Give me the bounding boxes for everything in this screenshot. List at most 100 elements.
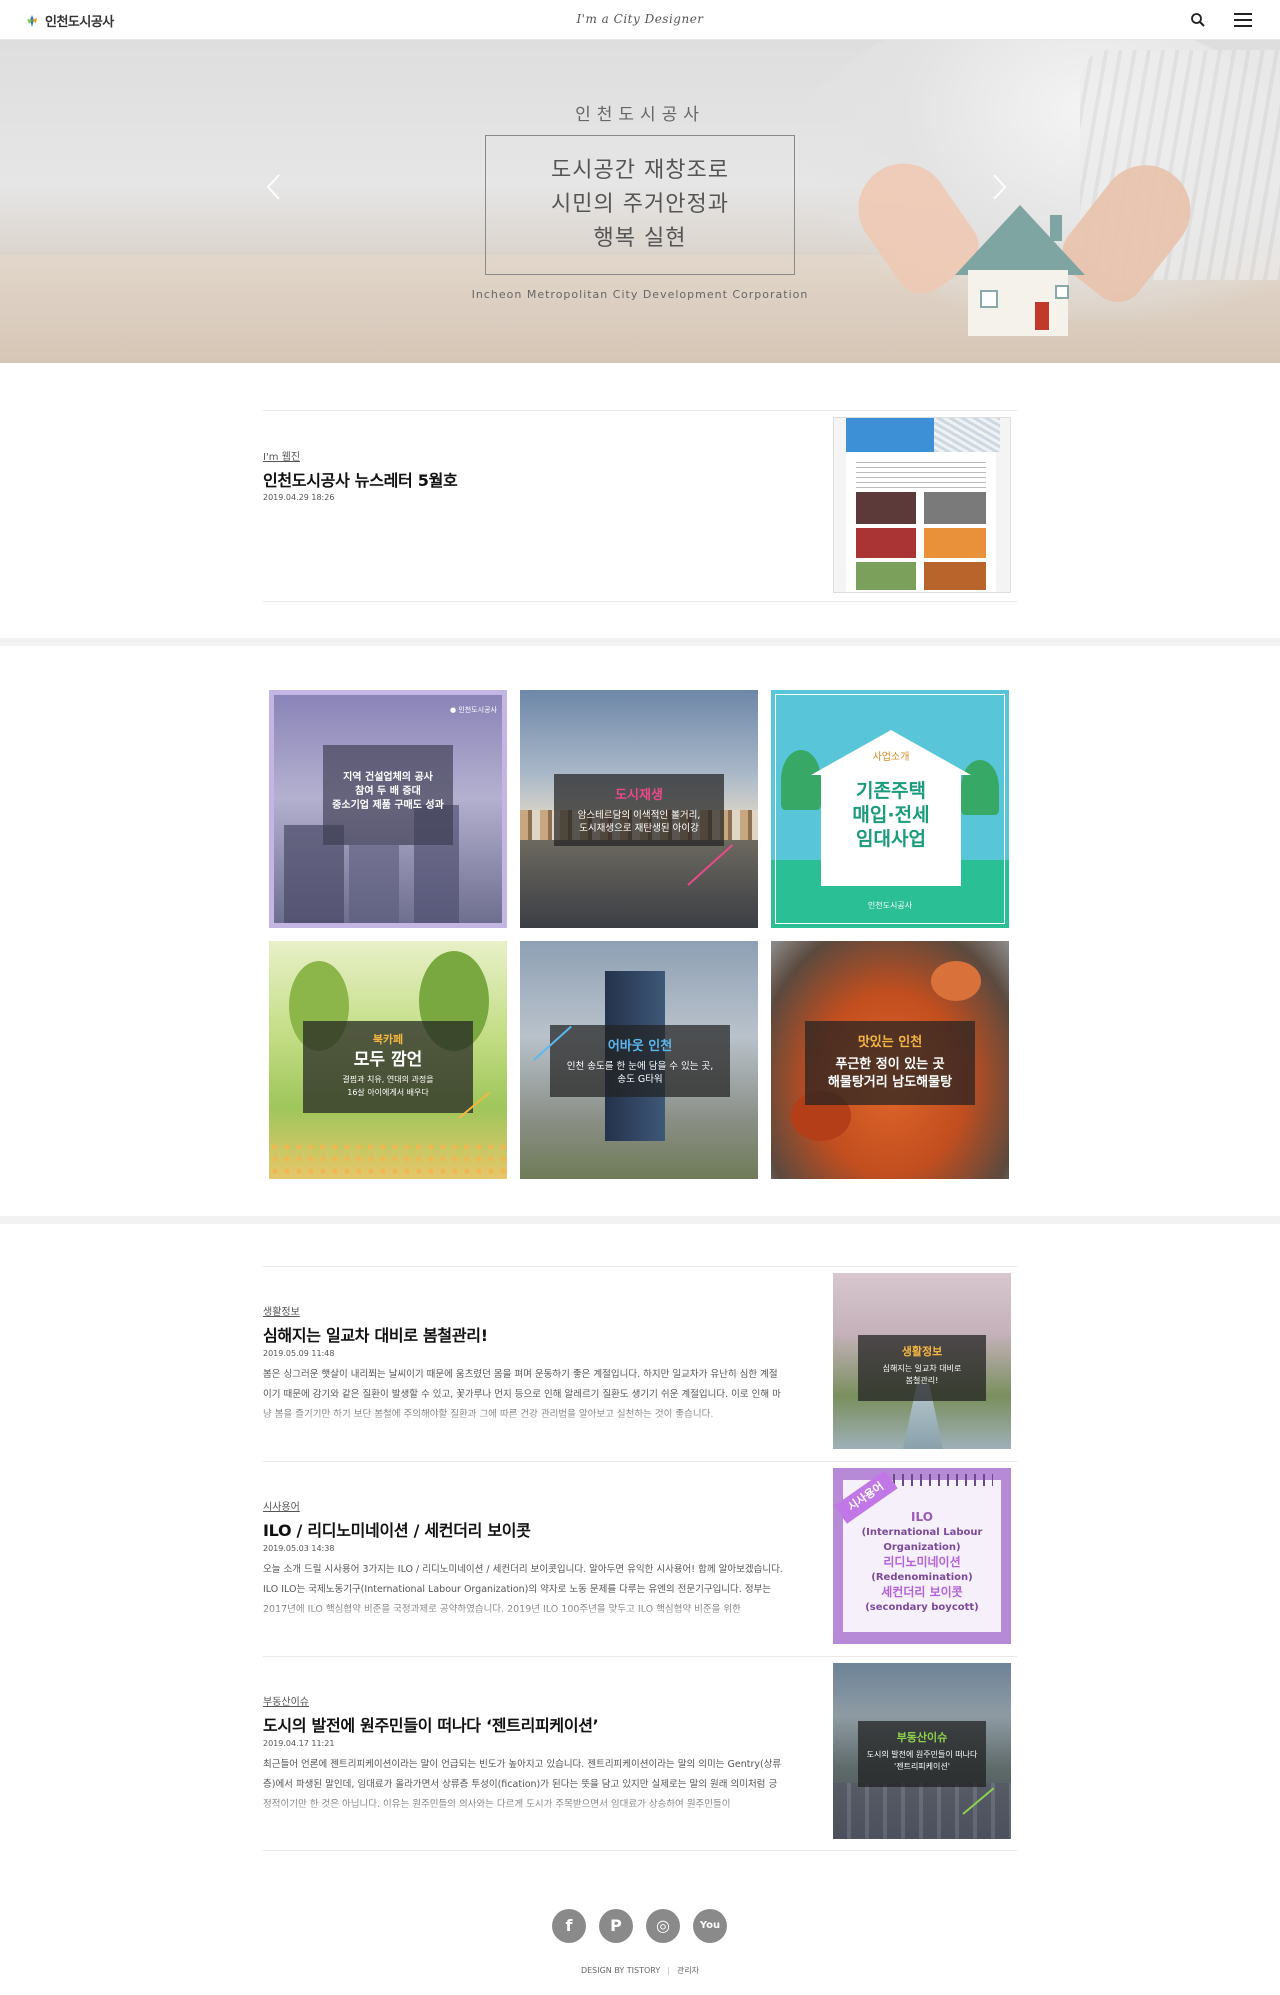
tile-overlay: 지역 건설업체의 공사 참여 두 배 증대 중소기업 제품 구매도 성과 — [323, 745, 453, 845]
post-title[interactable]: 도시의 발전에 원주민들이 떠나다 ‘젠트리피케이션’ — [263, 1712, 599, 1736]
hero-slogan-line: 행복 실현 — [593, 226, 687, 251]
thumb-construction — [833, 1783, 1011, 1839]
thumb-label: 생활정보 심해지는 일교차 대비로 봄철관리! — [858, 1335, 986, 1401]
facebook-icon[interactable]: f — [552, 1909, 586, 1943]
thumb-category: 생활정보 — [901, 1345, 943, 1358]
newsletter-photo — [856, 562, 916, 590]
grid-tile[interactable]: 맛있는 인천 푸근한 정이 있는 곳 해물탕거리 남도해물탕 — [771, 941, 1009, 1179]
search-icon[interactable] — [1190, 12, 1206, 28]
newsletter-photo — [856, 528, 916, 558]
admin-link[interactable]: 관리자 — [677, 1966, 699, 1975]
post-excerpt: 오늘 소개 드릴 시사용어 3가지는 ILO / 리디노미네이션 / 세컨더리 … — [263, 1564, 783, 1615]
tile-frame — [775, 694, 1005, 924]
thumb-category: 부동산이슈 — [896, 1731, 948, 1744]
hero-english-name: Incheon Metropolitan City Development Co… — [471, 288, 809, 301]
tile-category: 북카페 — [372, 1033, 404, 1046]
newsletter-photo — [924, 562, 986, 590]
tile-title: 푸근한 정이 있는 곳 해물탕거리 남도해물탕 — [827, 1057, 953, 1090]
newsletter-photo — [924, 528, 986, 558]
grid-tile[interactable]: 북카페 모두 깜언 결핍과 치유, 연대의 과정을 16살 아이에게서 배우다 — [269, 941, 507, 1179]
hero-slogan-box: 도시공간 재창조로 시민의 주거안정과 행복 실현 — [485, 135, 795, 275]
chevron-right-icon[interactable] — [988, 172, 1010, 202]
tile-overlay: 어바웃 인천 인천 송도를 한 눈에 담을 수 있는 곳, 송도 G타워 — [550, 1025, 730, 1097]
site-footer: f P ◎ You DESIGN BY TISTORY | 관리자 — [0, 1885, 1280, 1995]
ilo-term-line: (secondary boycott) — [865, 1602, 979, 1613]
ilo-binding — [893, 1474, 993, 1486]
tile-overlay: 맛있는 인천 푸근한 정이 있는 곳 해물탕거리 남도해물탕 — [805, 1021, 975, 1105]
post-thumbnail[interactable]: 생활정보 심해지는 일교차 대비로 봄철관리! — [833, 1273, 1011, 1449]
section-divider — [0, 1216, 1280, 1224]
post-item[interactable]: 생활정보 심해지는 일교차 대비로 봄철관리! 2019.05.09 11:48… — [263, 1266, 1017, 1461]
post-category[interactable]: I'm 웹진 — [263, 448, 300, 463]
newsletter-header-image — [934, 418, 1000, 452]
tile-subtitle: 결핍과 치유, 연대의 과정을 16살 아이에게서 배우다 — [342, 1075, 434, 1097]
tile-overlay: 북카페 모두 깜언 결핍과 치유, 연대의 과정을 16살 아이에게서 배우다 — [303, 1021, 473, 1113]
post-category[interactable]: 생활정보 — [263, 1303, 300, 1318]
tile-title: 지역 건설업체의 공사 참여 두 배 증대 중소기업 제품 구매도 성과 — [332, 772, 444, 811]
design-by-link[interactable]: DESIGN BY TISTORY — [581, 1966, 660, 1975]
tile-flowers — [269, 1141, 507, 1179]
tile-brand: ● 인천도시공사 — [450, 706, 497, 714]
grid-tile[interactable]: 도시재생 암스테르담의 이색적인 볼거리, 도시재생으로 재탄생된 아이강 — [520, 690, 758, 928]
thumb-text: 도시의 발전에 원주민들이 떠나다 '젠트리피케이션' — [866, 1750, 978, 1771]
footer-links: DESIGN BY TISTORY | 관리자 — [0, 1965, 1280, 1976]
tile-overlay: 도시재생 암스테르담의 이색적인 볼거리, 도시재생으로 재탄생된 아이강 — [554, 774, 724, 846]
ilo-term-line: 리디노미네이션 — [883, 1555, 961, 1569]
post-date: 2019.05.09 11:48 — [263, 1349, 335, 1358]
tile-subtitle: 인천 송도를 한 눈에 담을 수 있는 곳, 송도 G타워 — [566, 1061, 714, 1085]
post-category[interactable]: 시사용어 — [263, 1498, 300, 1513]
newsletter-text-lines — [856, 462, 986, 488]
tile-accent-line — [687, 844, 734, 886]
grid-tile[interactable]: ● 인천도시공사 지역 건설업체의 공사 참여 두 배 증대 중소기업 제품 구… — [269, 690, 507, 928]
chevron-left-icon[interactable] — [263, 172, 285, 202]
ilo-term-line: (Redenomination) — [871, 1572, 973, 1583]
grid-tile[interactable]: 어바웃 인천 인천 송도를 한 눈에 담을 수 있는 곳, 송도 G타워 — [520, 941, 758, 1179]
hero-banner: 인천도시공사 도시공간 재창조로 시민의 주거안정과 행복 실현 Incheon… — [0, 40, 1280, 363]
tile-category: 어바웃 인천 — [607, 1039, 673, 1054]
post-excerpt: 봄은 싱그러운 햇살이 내리쬐는 날씨이기 때문에 움츠렸던 몸을 펴며 운동하… — [263, 1369, 781, 1420]
hero-house-door — [1035, 302, 1049, 330]
post-title[interactable]: ILO / 리디노미네이션 / 세컨더리 보이콧 — [263, 1517, 531, 1541]
instagram-icon[interactable]: ◎ — [646, 1909, 680, 1943]
grid-tile[interactable]: 사업소개 기존주택 매입·전세 임대사업 인천도시공사 — [771, 690, 1009, 928]
post-category[interactable]: 부동산이슈 — [263, 1693, 309, 1708]
section-divider — [0, 638, 1280, 646]
hero-slogan-line: 시민의 주거안정과 — [551, 192, 729, 217]
post-date: 2019.04.17 11:21 — [263, 1739, 335, 1748]
newsletter-thumbnail[interactable] — [833, 417, 1011, 593]
youtube-icon[interactable]: You — [693, 1909, 727, 1943]
post-date: 2019.04.29 18:26 — [263, 493, 335, 502]
ilo-term-line: ILO — [911, 1510, 933, 1524]
tile-title: 모두 깜언 — [353, 1050, 423, 1070]
hero-house-roof — [955, 205, 1085, 275]
ilo-term-line: (International Labour — [861, 1527, 983, 1538]
post-thumbnail[interactable]: 부동산이슈 도시의 발전에 원주민들이 떠나다 '젠트리피케이션' — [833, 1663, 1011, 1839]
newsletter-photo — [856, 492, 916, 524]
post-thumbnail[interactable]: 시사용어 ILO (International Labour Organizatio… — [833, 1468, 1011, 1644]
tile-category: 도시재생 — [615, 788, 663, 803]
hero-org-name: 인천도시공사 — [575, 105, 705, 125]
post-title[interactable]: 인천도시공사 뉴스레터 5월호 — [263, 467, 458, 491]
hero-slogan-line: 도시공간 재창조로 — [551, 158, 729, 183]
tile-building — [349, 845, 399, 923]
post-icon[interactable]: P — [599, 1909, 633, 1943]
post-item[interactable]: 시사용어 ILO / 리디노미네이션 / 세컨더리 보이콧 2019.05.03… — [263, 1461, 1017, 1656]
ilo-term-line: Organization) — [883, 1542, 961, 1553]
thumb-label: 부동산이슈 도시의 발전에 원주민들이 떠나다 '젠트리피케이션' — [858, 1721, 986, 1787]
thumb-text: 심해지는 일교차 대비로 봄철관리! — [882, 1364, 962, 1385]
footer-separator: | — [667, 1966, 670, 1975]
site-header: 인천도시공사 I'm a City Designer — [0, 0, 1280, 40]
post-date: 2019.05.03 14:38 — [263, 1544, 335, 1553]
menu-icon[interactable] — [1234, 13, 1252, 27]
post-item[interactable]: 부동산이슈 도시의 발전에 원주민들이 떠나다 ‘젠트리피케이션’ 2019.0… — [263, 1656, 1017, 1851]
post-excerpt: 최근들어 언론에 젠트리피케이션이라는 말이 언급되는 빈도가 높아지고 있습니… — [263, 1759, 782, 1810]
tile-subtitle: 암스테르담의 이색적인 볼거리, 도시재생으로 재탄생된 아이강 — [577, 810, 701, 834]
tile-food — [931, 961, 981, 1001]
ilo-term-line: 세컨더리 보이콧 — [881, 1585, 963, 1599]
tile-category: 맛있는 인천 — [857, 1035, 923, 1050]
featured-post[interactable]: I'm 웹진 인천도시공사 뉴스레터 5월호 2019.04.29 18:26 — [263, 410, 1017, 602]
newsletter-photo — [924, 492, 986, 524]
post-title[interactable]: 심해지는 일교차 대비로 봄철관리! — [263, 1322, 488, 1346]
site-tagline: I'm a City Designer — [576, 12, 704, 26]
ilo-term-list: ILO (International Labour Organization) 리디노… — [843, 1510, 1001, 1615]
